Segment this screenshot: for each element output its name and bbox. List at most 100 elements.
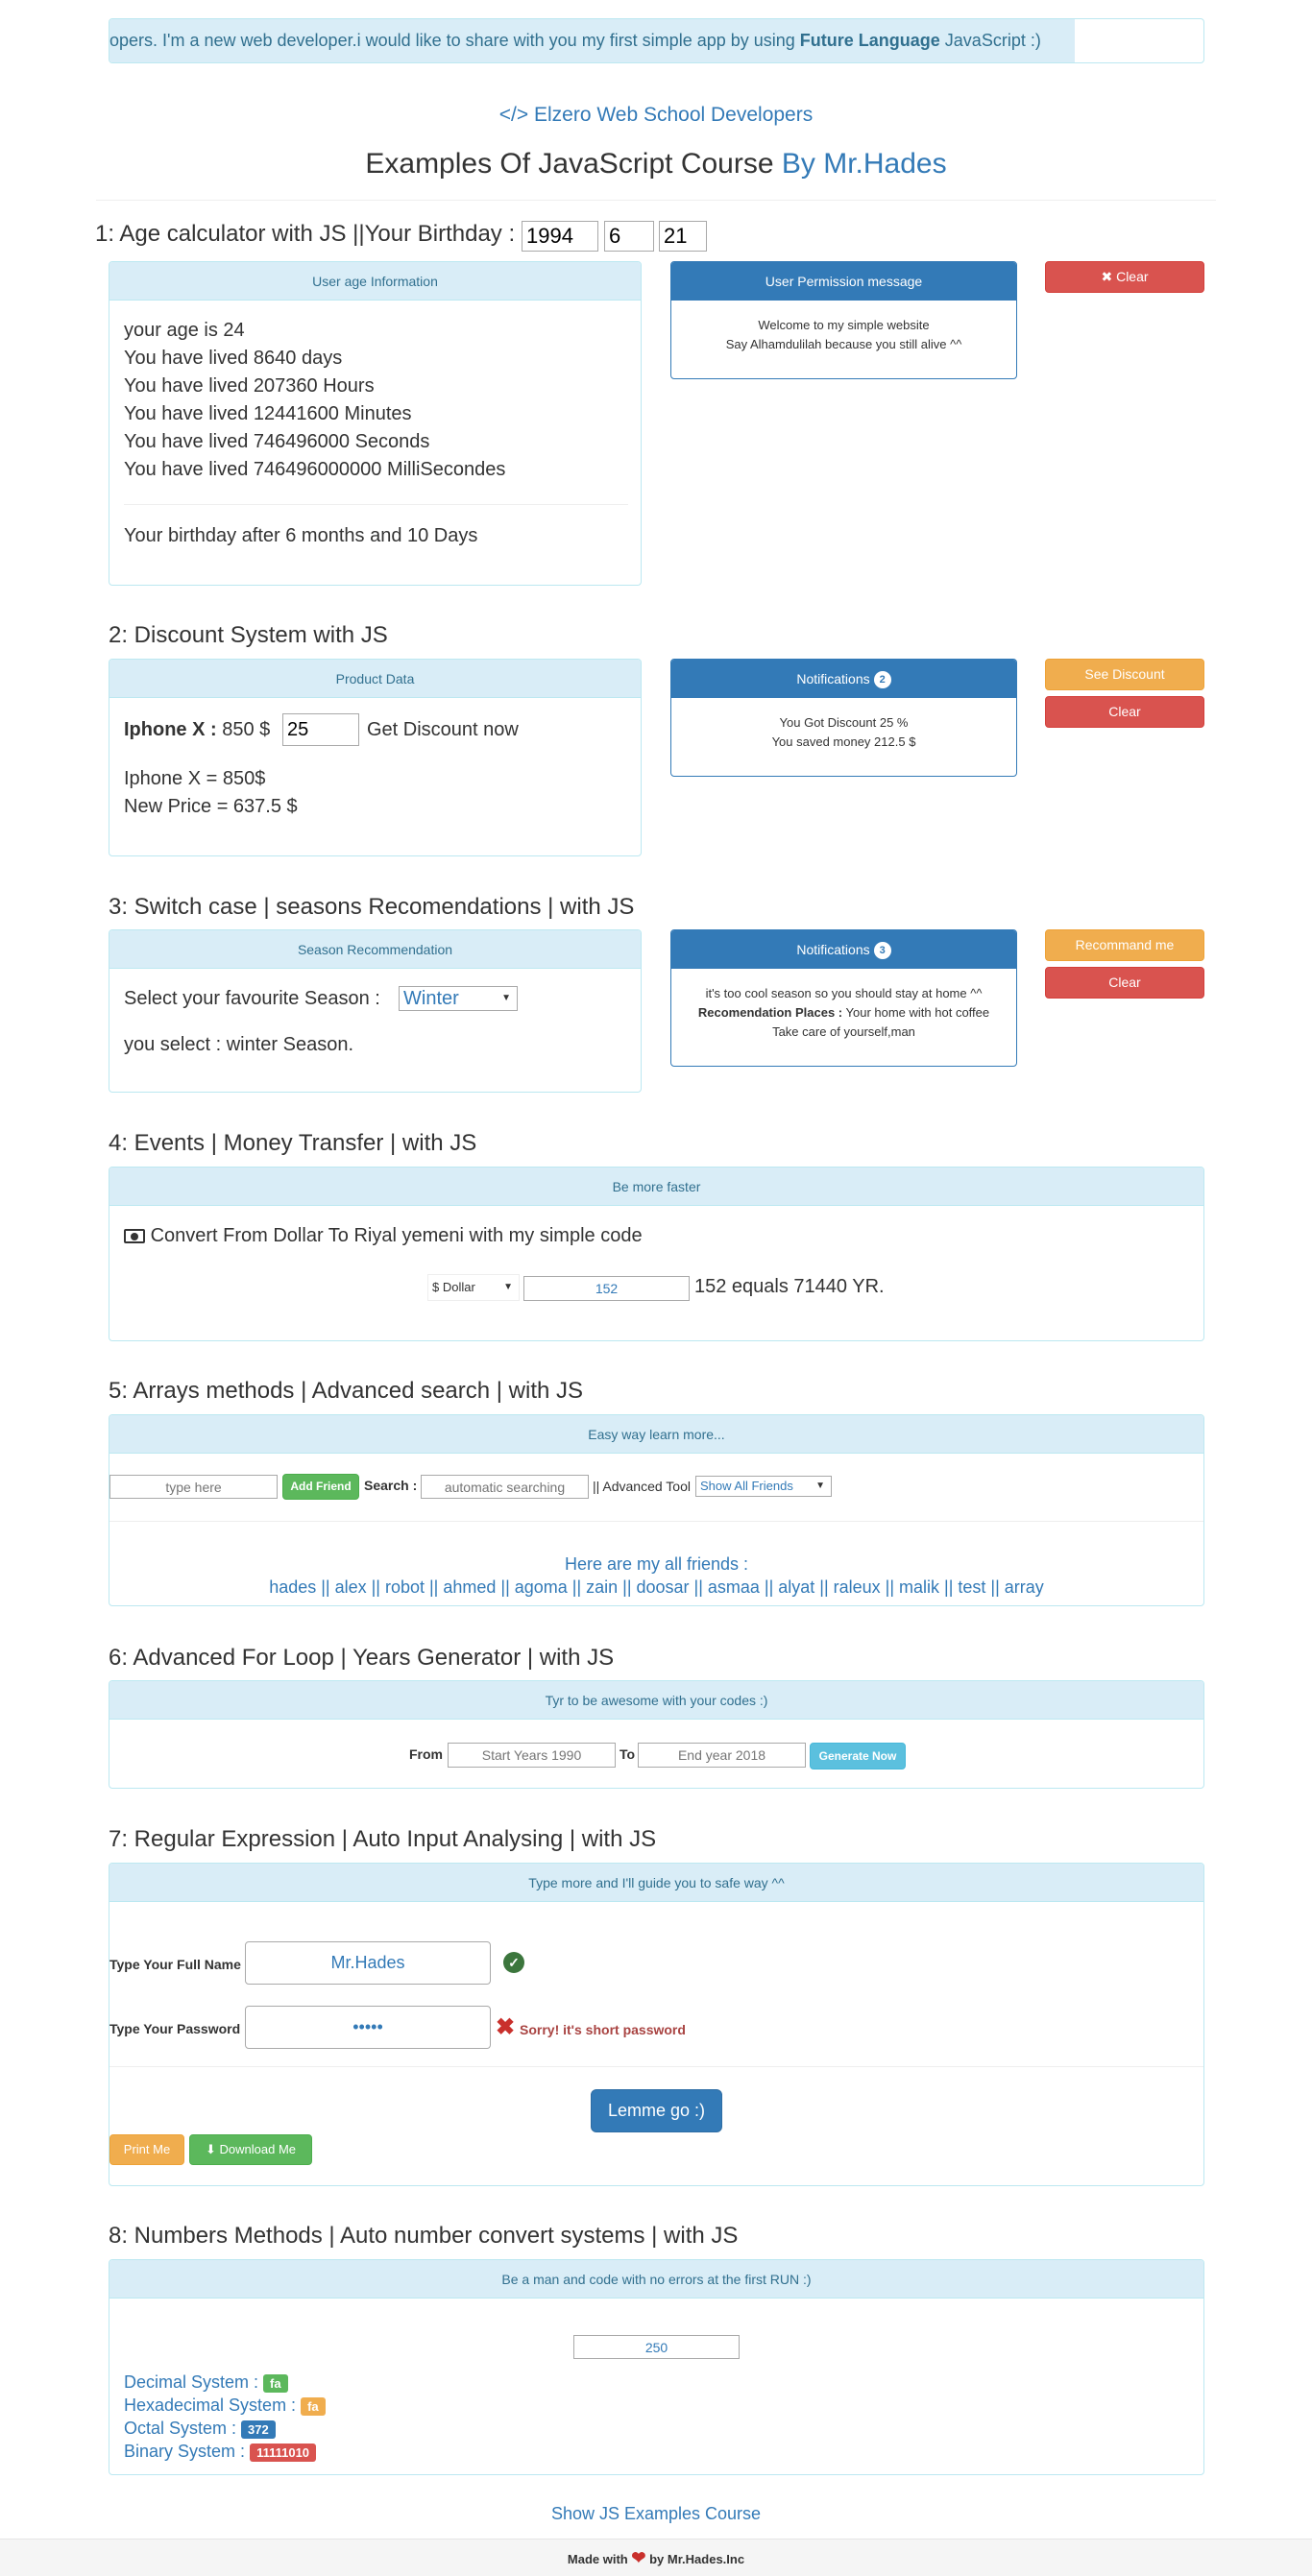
lemme-go-button[interactable]: Lemme go :) — [591, 2089, 722, 2132]
s1-permission-panel: User Permission message Welcome to my si… — [670, 261, 1017, 379]
new-price-line: New Price = 637.5 $ — [124, 796, 298, 817]
hours-line: You have lived 207360 Hours — [124, 375, 375, 397]
decimal-badge: fa — [263, 2373, 288, 2393]
days-line: You have lived 8640 days — [124, 348, 343, 369]
title-by[interactable]: By Mr.Hades — [782, 148, 947, 180]
s1-age-panel: User age Information your age is 24 You … — [109, 261, 642, 586]
password-error: Sorry! it's short password — [520, 2022, 686, 2037]
marquee-text: opers. I'm a new web developer.i would l… — [109, 19, 1075, 62]
end-year-input[interactable] — [638, 1743, 806, 1768]
s8-numbers-panel: Be a man and code with no errors at the … — [109, 2259, 1204, 2475]
money-icon — [124, 1229, 145, 1244]
s7-divider — [109, 2066, 1203, 2067]
s4-panel-heading: Be more faster — [109, 1168, 1203, 1206]
full-name-input[interactable] — [245, 1941, 491, 1985]
add-friend-button[interactable]: Add Friend — [282, 1474, 359, 1500]
s5-title: 5: Arrays methods | Advanced search | wi… — [109, 1378, 584, 1404]
search-label: Search : — [364, 1478, 418, 1493]
discount-input[interactable] — [282, 713, 359, 746]
places-value: Your home with hot coffee — [842, 1005, 990, 1020]
print-button[interactable]: Print Me — [109, 2134, 184, 2165]
s7-regex-panel: Type more and I'll guide you to safe way… — [109, 1863, 1204, 2186]
amount-input[interactable] — [523, 1276, 690, 1301]
friends-title: Here are my all friends : — [564, 1554, 749, 1574]
s1-clear-label: Clear — [1116, 269, 1149, 284]
check-circle-icon: ✓ — [503, 1952, 524, 1973]
s3-notif-line-2: Recomendation Places : Your home with ho… — [671, 1005, 1016, 1020]
decimal-row: Decimal System : fa — [124, 2372, 288, 2393]
product-name: Iphone X : — [124, 719, 217, 740]
currency-value: $ Dollar — [432, 1280, 475, 1294]
octal-badge: 372 — [241, 2420, 276, 2439]
marquee-bold: Future Language — [799, 31, 940, 50]
binary-badge: 11111010 — [250, 2443, 317, 2462]
elzero-link[interactable]: </> Elzero Web School Developers — [0, 104, 1312, 127]
page-title: Examples Of JavaScript Course By Mr.Hade… — [0, 148, 1312, 181]
s2-panel-heading: Product Data — [109, 660, 641, 698]
hex-badge: fa — [301, 2396, 326, 2416]
password-input[interactable] — [245, 2006, 491, 2049]
octal-row: Octal System : 372 — [124, 2419, 276, 2439]
s3-clear-button[interactable]: Clear — [1045, 967, 1204, 999]
close-icon: ✖ — [1101, 269, 1113, 284]
s1-clear-button[interactable]: ✖ Clear — [1045, 261, 1204, 293]
s1-title: 1: Age calculator with JS ||Your Birthda… — [95, 221, 515, 248]
s5-search-panel: Easy way learn more... Add Friend Search… — [109, 1414, 1204, 1606]
minutes-line: You have lived 12441600 Minutes — [124, 403, 412, 424]
s3-season-panel: Season Recommendation Select your favour… — [109, 929, 642, 1093]
friends-list: hades || alex || robot || ahmed || agoma… — [269, 1577, 1044, 1597]
chevron-down-icon: ▼ — [501, 993, 511, 1003]
full-name-label: Type Your Full Name — [109, 1957, 241, 1972]
chevron-down-icon: ▼ — [503, 1282, 513, 1292]
currency-select[interactable]: $ Dollar ▼ — [427, 1274, 520, 1301]
s5-divider — [109, 1521, 1203, 1522]
season-select-label: Select your favourite Season : — [124, 988, 380, 1009]
footer-author: by Mr.Hades.Inc — [649, 2552, 745, 2566]
convert-result: 152 equals 71440 YR. — [694, 1276, 885, 1297]
s6-title: 6: Advanced For Loop | Years Generator |… — [109, 1645, 615, 1671]
s5-panel-heading: Easy way learn more... — [109, 1415, 1203, 1454]
password-label: Type Your Password — [109, 2021, 241, 2036]
generate-button[interactable]: Generate Now — [810, 1743, 906, 1769]
s4-transfer-panel: Be more faster Convert From Dollar To Ri… — [109, 1167, 1204, 1341]
s3-notif-heading: Notifications 3 — [671, 930, 1016, 969]
s3-notif-title: Notifications — [796, 942, 870, 957]
friend-name-input[interactable] — [109, 1475, 278, 1499]
product-row: Iphone X : 850 $ — [124, 719, 270, 741]
birth-day-input[interactable] — [659, 221, 707, 252]
s3-notifications-panel: Notifications 3 it's too cool season so y… — [670, 929, 1017, 1067]
marquee-text-after: JavaScript :) — [939, 31, 1041, 50]
s2-clear-button[interactable]: Clear — [1045, 696, 1204, 728]
s3-panel-heading: Season Recommendation — [109, 930, 641, 969]
download-label: Download Me — [219, 2142, 297, 2156]
birth-year-input[interactable] — [522, 221, 598, 252]
season-select[interactable]: Winter ▼ — [399, 986, 518, 1011]
s2-notif-line-1: You Got Discount 25 % — [779, 715, 909, 730]
download-button[interactable]: ⬇ Download Me — [189, 2134, 312, 2165]
s3-notif-line-1: it's too cool season so you should stay … — [705, 986, 983, 1000]
product-price-line: Iphone X = 850$ — [124, 768, 266, 789]
show-examples-link[interactable]: Show JS Examples Course — [0, 2504, 1312, 2524]
s6-years-panel: Tyr to be awesome with your codes :) Fro… — [109, 1680, 1204, 1789]
see-discount-button[interactable]: See Discount — [1045, 659, 1204, 690]
number-input[interactable] — [573, 2335, 740, 2359]
start-year-input[interactable] — [448, 1743, 616, 1768]
recommend-button[interactable]: Recommand me — [1045, 929, 1204, 961]
octal-label: Octal System : — [124, 2419, 237, 2438]
s2-notif-line-2: You saved money 212.5 $ — [771, 734, 916, 749]
hex-label: Hexadecimal System : — [124, 2395, 297, 2415]
product-price: 850 $ — [222, 719, 271, 740]
birth-month-input[interactable] — [604, 221, 654, 252]
advanced-tool-select[interactable]: Show All Friends ▼ — [695, 1476, 832, 1497]
s1-title-text: 1: Age calculator with JS ||Your Birthda… — [95, 221, 516, 247]
milliseconds-line: You have lived 746496000000 MilliSeconde… — [124, 459, 506, 480]
season-result: you select : winter Season. — [124, 1034, 354, 1055]
decimal-label: Decimal System : — [124, 2372, 259, 2392]
birthday-line: Your birthday after 6 months and 10 Days — [124, 525, 478, 546]
s2-notif-title: Notifications — [796, 671, 870, 686]
search-input[interactable] — [421, 1475, 589, 1499]
s2-notifications-panel: Notifications 2 You Got Discount 25 % You… — [670, 659, 1017, 777]
marquee-text-before: opers. I'm a new web developer.i would l… — [109, 31, 800, 50]
advanced-tool-value: Show All Friends — [700, 1479, 793, 1493]
binary-row: Binary System : 11111010 — [124, 2442, 317, 2462]
